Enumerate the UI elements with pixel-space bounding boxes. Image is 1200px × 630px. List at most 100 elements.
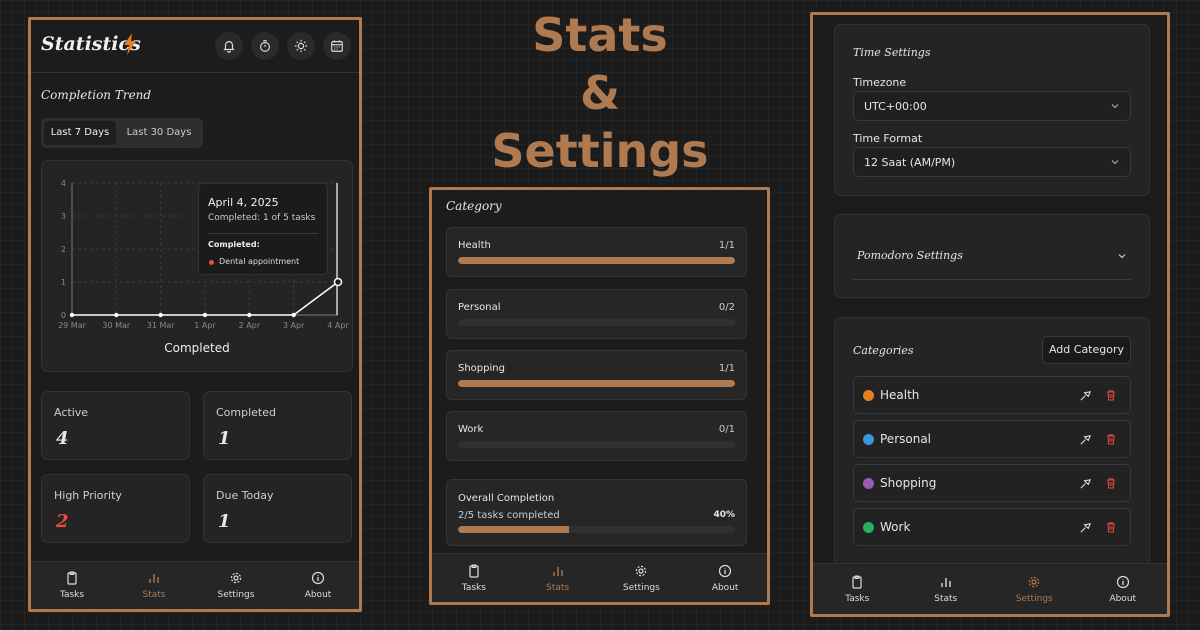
brush-icon[interactable] xyxy=(1079,433,1092,446)
bottom-nav: Tasks Stats Settings About xyxy=(31,561,359,609)
chevron-down-icon xyxy=(1118,254,1126,259)
timer-button[interactable] xyxy=(251,32,279,60)
trash-icon[interactable] xyxy=(1105,521,1117,533)
bottom-nav: Tasks Stats Settings About xyxy=(432,553,767,602)
category-color-dot xyxy=(863,390,874,401)
category-screen: Category Health 1/1 Personal 0/2 Shoppin… xyxy=(429,187,770,605)
info-icon xyxy=(1116,575,1129,588)
category-row-shopping[interactable]: Shopping 1/1 xyxy=(446,350,747,400)
y-tick-label: 1 xyxy=(61,278,66,287)
category-name: Personal xyxy=(458,302,501,313)
data-point xyxy=(114,312,119,318)
time-format-value: 12 Saat (AM/PM) xyxy=(864,156,956,169)
nav-about[interactable]: About xyxy=(683,554,767,602)
overall-title: Overall Completion xyxy=(458,493,555,504)
category-progress-track xyxy=(458,441,735,448)
nav-stats[interactable]: Stats xyxy=(516,554,600,602)
trash-icon[interactable] xyxy=(1105,477,1117,489)
nav-tasks-label: Tasks xyxy=(461,582,486,593)
y-tick-label: 4 xyxy=(61,179,66,188)
active-card: Active 4 xyxy=(41,391,190,460)
nav-stats-label: Stats xyxy=(142,590,166,600)
category-row-work[interactable]: Work 0/1 xyxy=(446,411,747,461)
category-progress-fill xyxy=(458,380,735,387)
nav-about-label: About xyxy=(1109,593,1137,604)
time-format-label: Time Format xyxy=(853,132,923,145)
category-count: 0/1 xyxy=(718,424,735,435)
completed-label: Completed xyxy=(216,406,276,419)
category-item-shopping[interactable]: Shopping xyxy=(853,464,1131,502)
category-count: 1/1 xyxy=(718,363,735,374)
tab-last-7-days[interactable]: Last 7 Days xyxy=(44,121,116,145)
time-settings-card: Time Settings Timezone UTC+00:00 Time Fo… xyxy=(834,24,1150,196)
tooltip-dot xyxy=(209,260,214,265)
category-progress-track xyxy=(458,319,735,326)
x-tick-label: 3 Apr xyxy=(283,321,305,330)
active-label: Active xyxy=(54,406,89,419)
chart-legend: Completed xyxy=(164,341,230,355)
nav-settings[interactable]: Settings xyxy=(600,554,684,602)
calendar-button[interactable] xyxy=(323,32,351,60)
category-item-health[interactable]: Health xyxy=(853,376,1131,414)
theme-toggle-button[interactable] xyxy=(287,32,315,60)
gear-icon xyxy=(230,572,242,584)
category-title: Category xyxy=(446,199,502,213)
nav-stats[interactable]: Stats xyxy=(113,562,195,609)
trash-icon[interactable] xyxy=(1105,389,1117,401)
category-progress-track xyxy=(458,257,735,264)
nav-tasks-label: Tasks xyxy=(845,593,870,604)
category-item-personal[interactable]: Personal xyxy=(853,420,1131,458)
notifications-button[interactable] xyxy=(215,32,243,60)
category-name: Health xyxy=(880,388,920,402)
nav-tasks[interactable]: Tasks xyxy=(813,564,902,614)
timezone-select[interactable]: UTC+00:00 xyxy=(853,91,1131,121)
nav-stats[interactable]: Stats xyxy=(902,564,991,614)
trash-icon[interactable] xyxy=(1105,433,1117,445)
brush-icon[interactable] xyxy=(1079,477,1092,490)
nav-settings[interactable]: Settings xyxy=(195,562,277,609)
timezone-value: UTC+00:00 xyxy=(864,100,927,113)
category-count: 0/2 xyxy=(718,302,735,313)
categories-card: Categories Add Category Health Personal … xyxy=(834,317,1150,566)
brush-icon[interactable] xyxy=(1079,389,1092,402)
category-item-work[interactable]: Work xyxy=(853,508,1131,546)
time-format-select[interactable]: 12 Saat (AM/PM) xyxy=(853,147,1131,177)
statistics-screen: Statistics Completion Trend Last 7 Days … xyxy=(28,17,362,612)
info-icon xyxy=(311,571,325,585)
timer-icon xyxy=(260,40,270,52)
overall-progress-track xyxy=(458,526,735,533)
nav-settings[interactable]: Settings xyxy=(990,564,1079,614)
pomodoro-settings-title: Pomodoro Settings xyxy=(857,249,963,262)
category-progress-track xyxy=(458,380,735,387)
nav-settings-label: Settings xyxy=(217,590,255,600)
brush-icon[interactable] xyxy=(1079,521,1092,534)
category-color-dot xyxy=(863,434,874,445)
pomodoro-settings-card[interactable]: Pomodoro Settings xyxy=(834,214,1150,298)
category-row-health[interactable]: Health 1/1 xyxy=(446,227,747,277)
range-tabs: Last 7 Days Last 30 Days xyxy=(41,118,203,148)
tab-last-30-days[interactable]: Last 30 Days xyxy=(119,121,199,145)
data-point xyxy=(69,312,75,318)
overall-progress-fill xyxy=(458,526,569,533)
nav-about[interactable]: About xyxy=(1079,564,1168,614)
overall-percent: 40% xyxy=(713,510,735,520)
nav-stats-label: Stats xyxy=(546,582,570,593)
nav-tasks[interactable]: Tasks xyxy=(432,554,516,602)
category-row-personal[interactable]: Personal 0/2 xyxy=(446,289,747,339)
nav-tasks[interactable]: Tasks xyxy=(31,562,113,609)
overall-subtitle: 2/5 tasks completed xyxy=(458,510,560,521)
data-point xyxy=(158,312,163,318)
x-tick-label: 1 Apr xyxy=(194,321,216,330)
bar-chart-icon xyxy=(941,577,951,587)
add-category-button[interactable]: Add Category xyxy=(1042,336,1131,364)
nav-about[interactable]: About xyxy=(277,562,359,609)
tooltip-divider xyxy=(208,233,318,234)
overall-completion: Overall Completion 2/5 tasks completed 4… xyxy=(446,479,747,546)
clipboard-icon xyxy=(67,571,77,585)
chevron-down-icon xyxy=(1111,104,1119,109)
due-today-label: Due Today xyxy=(216,489,274,502)
high-priority-label: High Priority xyxy=(54,489,122,502)
headline: Stats & Settings xyxy=(440,6,760,180)
tooltip-heading: Completed: xyxy=(208,240,260,249)
sun-icon xyxy=(294,39,308,53)
